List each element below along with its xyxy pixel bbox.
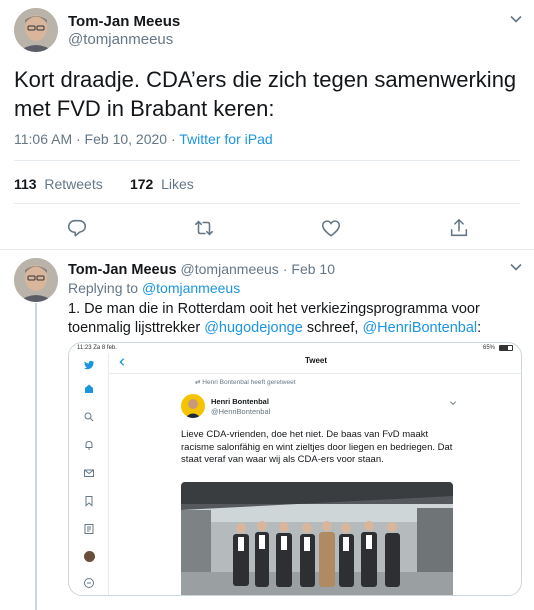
- chevron-down-icon[interactable]: [509, 12, 523, 31]
- replying-to-mention[interactable]: @tomjanmeeus: [142, 280, 240, 296]
- divider: [14, 160, 520, 161]
- tweet-source[interactable]: Twitter for iPad: [179, 131, 272, 147]
- inner-avatar: [181, 394, 205, 418]
- reply-header: Tom-Jan Meeus @tomjanmeeus · Feb 10: [68, 261, 335, 278]
- inner-author-handle: @HenriBontenbal: [211, 407, 271, 416]
- reply-text-part3: :: [477, 320, 482, 336]
- chevron-down-icon[interactable]: [509, 260, 523, 279]
- more-icon[interactable]: [83, 577, 95, 589]
- tweet-meta: 11:06 AM · Feb 10, 2020 · Twitter for iP…: [14, 131, 273, 147]
- tweet-text: Kort draadje. CDA’ers die zich tegen sam…: [14, 67, 517, 121]
- likes-label: Likes: [161, 176, 194, 192]
- reply-text: 1. De man die in Rotterdam ooit het verk…: [68, 300, 523, 338]
- avatar-photo: [14, 258, 58, 302]
- embedded-image[interactable]: 11:23 Za 8 feb. 65% Tweet ⇄ Henri Bonten…: [68, 342, 522, 596]
- search-icon[interactable]: [83, 411, 95, 423]
- divider: [0, 249, 534, 250]
- replying-label: Replying to: [68, 280, 139, 296]
- profile-avatar-icon[interactable]: [84, 551, 95, 562]
- lists-icon[interactable]: [83, 523, 95, 535]
- ipad-status-right: 65%: [482, 345, 495, 351]
- retweet-note: ⇄ Henri Bontenbal heeft geretweet: [195, 378, 296, 386]
- like-icon[interactable]: [320, 217, 342, 244]
- inner-chevron-icon: [450, 401, 456, 405]
- bookmarks-icon[interactable]: [83, 495, 95, 507]
- ipad-status-left: 11:23 Za 8 feb.: [77, 345, 117, 351]
- inner-tweet-text: Lieve CDA-vrienden, doe het niet. De baa…: [181, 429, 453, 465]
- replying-to: Replying to @tomjanmeeus: [68, 280, 240, 296]
- likes-stat[interactable]: 172 Likes: [130, 176, 194, 192]
- retweets-count: 113: [14, 176, 37, 192]
- author-handle[interactable]: @tomjanmeeus: [68, 31, 173, 48]
- battery-icon: [499, 345, 513, 351]
- retweets-label: Retweets: [44, 176, 103, 192]
- share-icon[interactable]: [448, 217, 470, 244]
- avatar[interactable]: [14, 258, 58, 302]
- likes-count: 172: [129, 176, 154, 192]
- tweet-stats: 113 Retweets 172 Likes: [14, 176, 194, 192]
- tweet-date[interactable]: · Feb 10: [283, 261, 335, 277]
- divider: [109, 373, 521, 374]
- ipad-nav-rail: [69, 353, 109, 595]
- mention-henribontenbal[interactable]: @HenriBontenbal: [362, 320, 477, 336]
- meta-separator: ·: [167, 131, 180, 147]
- tweet-timestamp[interactable]: 11:06 AM · Feb 10, 2020: [14, 131, 167, 147]
- group-photo: [181, 482, 453, 595]
- author-name[interactable]: Tom-Jan Meeus: [68, 13, 180, 30]
- avatar-photo: [14, 8, 58, 52]
- notifications-icon[interactable]: [83, 439, 95, 451]
- mention-hugodejonge[interactable]: @hugodejonge: [204, 320, 303, 336]
- retweet-icon[interactable]: [193, 217, 215, 244]
- thread-line: [35, 303, 37, 610]
- inner-author-name: Henri Bontenbal: [211, 397, 269, 406]
- twitter-bird-icon[interactable]: [83, 359, 95, 371]
- reply-icon[interactable]: [66, 217, 88, 244]
- home-icon[interactable]: [83, 383, 95, 395]
- author-handle[interactable]: @tomjanmeeus: [181, 261, 279, 277]
- avatar[interactable]: [14, 8, 58, 52]
- messages-icon[interactable]: [83, 467, 95, 479]
- retweets-stat[interactable]: 113 Retweets: [14, 176, 103, 192]
- author-name[interactable]: Tom-Jan Meeus: [68, 262, 177, 278]
- embedded-header-title: Tweet: [304, 356, 328, 365]
- reply-text-part2: schreef,: [306, 320, 359, 336]
- retweet-note-text: Henri Bontenbal heeft geretweet: [202, 379, 296, 386]
- inner-avatar-photo: [185, 399, 201, 418]
- divider: [14, 203, 520, 204]
